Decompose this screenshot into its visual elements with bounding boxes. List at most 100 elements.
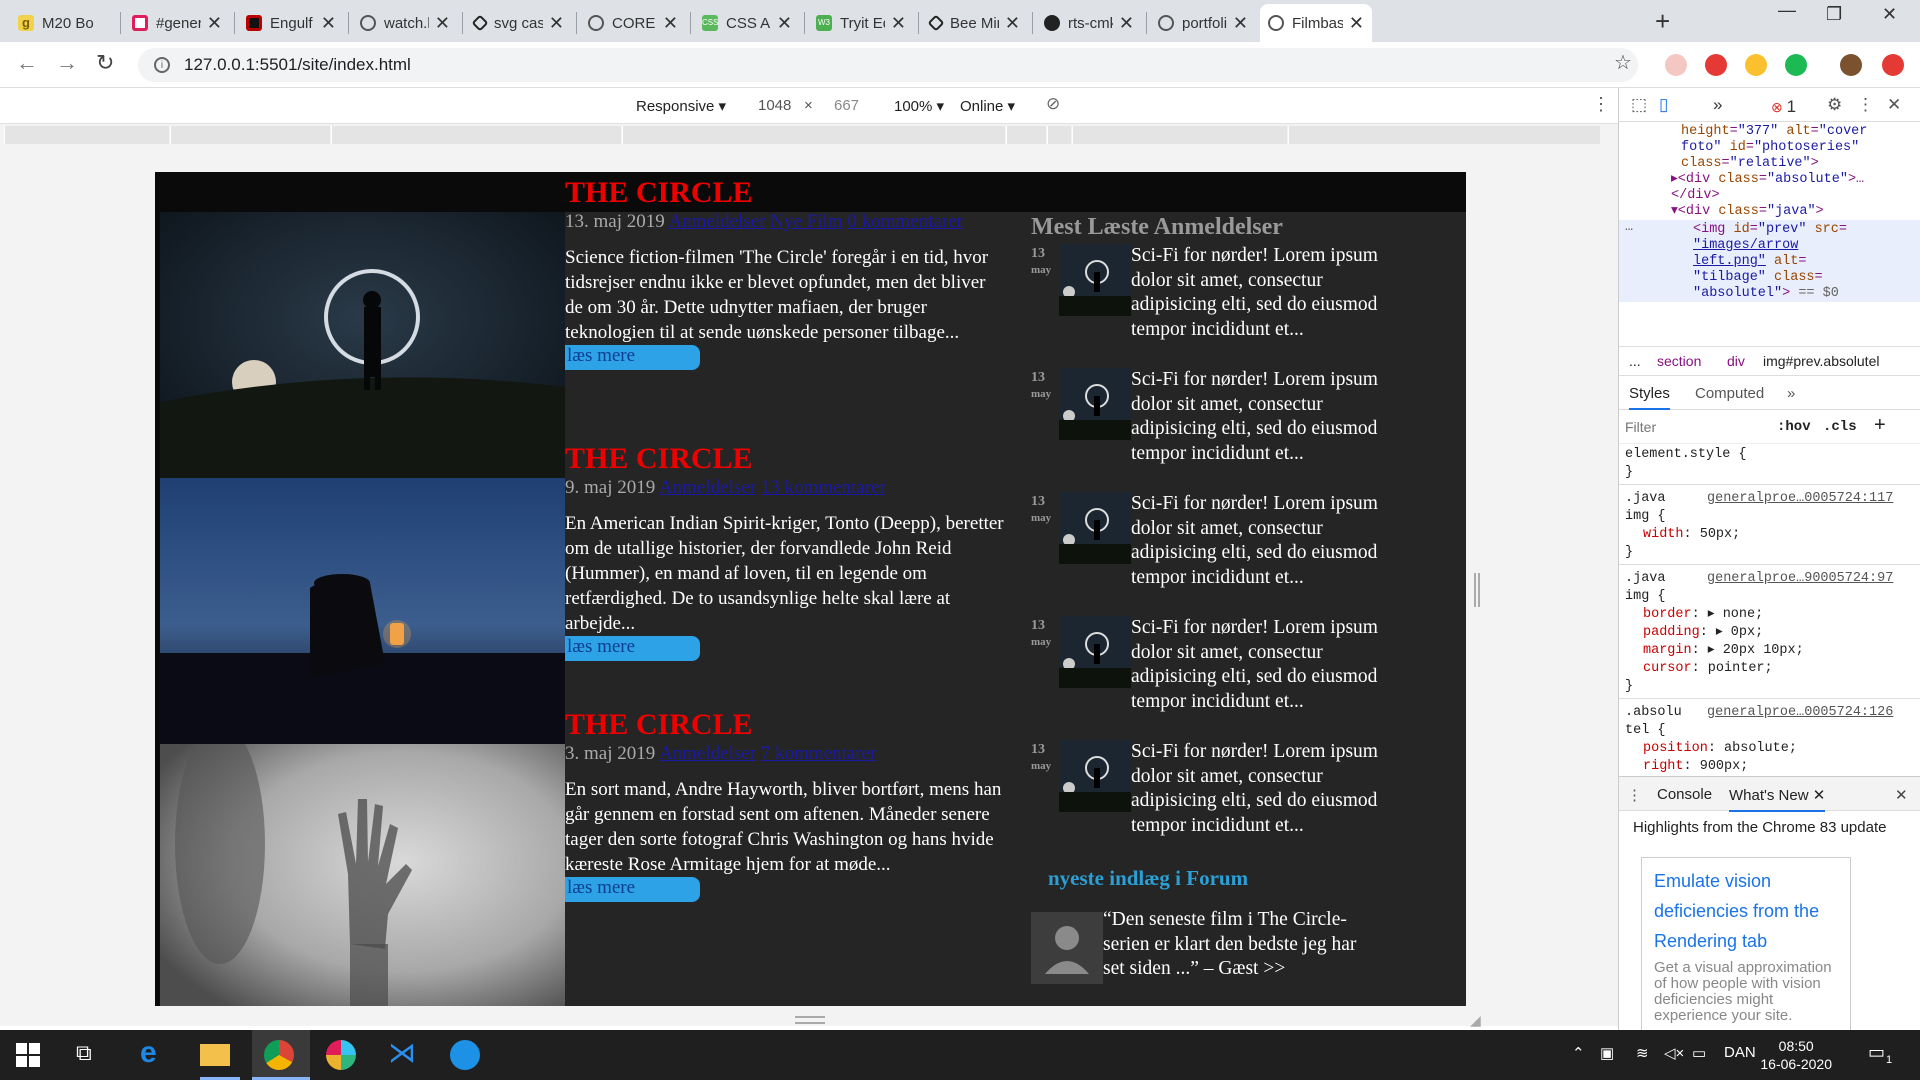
extension-icon[interactable] bbox=[1745, 54, 1767, 76]
close-icon[interactable]: ✕ bbox=[1233, 13, 1248, 34]
edge-icon[interactable]: e bbox=[140, 1036, 170, 1069]
battery-icon[interactable]: ▭ bbox=[1692, 1044, 1706, 1062]
url-field[interactable]: i 127.0.0.1:5501/site/index.html bbox=[138, 48, 1638, 82]
drawer-menu-icon[interactable]: ⋮ bbox=[1627, 786, 1642, 804]
article-image[interactable] bbox=[160, 478, 565, 744]
breadcrumb-item[interactable]: img#prev.absolutel bbox=[1763, 353, 1879, 369]
minimize-button[interactable]: — bbox=[1778, 0, 1796, 21]
comments-link[interactable]: 7 kommentarer bbox=[761, 743, 877, 764]
chrome-icon[interactable] bbox=[264, 1040, 294, 1070]
breadcrumb-item[interactable]: ... bbox=[1629, 353, 1641, 369]
width-input[interactable]: 1048 bbox=[758, 97, 791, 114]
volume-icon[interactable]: ◁× bbox=[1664, 1044, 1684, 1062]
popular-review-item[interactable]: 13 may Sci-Fi for nørder! Lorem ipsum dol… bbox=[1031, 244, 1381, 368]
category-link[interactable]: Anmeldelser bbox=[668, 211, 765, 232]
media-query-bar[interactable] bbox=[0, 124, 1618, 146]
more-options-icon[interactable]: ⋮ bbox=[1857, 95, 1874, 115]
popular-review-item[interactable]: 13 may Sci-Fi for nørder! Lorem ipsum dol… bbox=[1031, 740, 1381, 864]
tag-link[interactable]: Nye Film bbox=[770, 211, 842, 232]
article-image[interactable] bbox=[160, 744, 565, 1006]
browser-tab[interactable]: g M20 Bo bbox=[10, 4, 116, 42]
popular-review-item[interactable]: 13 may Sci-Fi for nørder! Lorem ipsum dol… bbox=[1031, 616, 1381, 740]
browser-tab[interactable]: Engulf tl ✕ bbox=[238, 4, 344, 42]
close-icon[interactable]: ✕ bbox=[207, 13, 222, 34]
card-title[interactable]: Emulate vision deficiencies from the Ren… bbox=[1654, 866, 1838, 956]
close-icon[interactable]: ✕ bbox=[891, 13, 906, 34]
more-options-icon[interactable]: ⋮ bbox=[1592, 94, 1610, 115]
windows-start-icon[interactable] bbox=[16, 1043, 46, 1073]
article-title[interactable]: THE CIRCLE bbox=[565, 708, 1005, 742]
viewport-resize-handle[interactable] bbox=[1474, 573, 1480, 607]
file-explorer-icon[interactable] bbox=[200, 1044, 230, 1066]
close-icon[interactable]: ✕ bbox=[777, 13, 792, 34]
close-icon[interactable]: ✕ bbox=[321, 13, 336, 34]
styles-pane[interactable]: element.style { } .java generalproe…0005… bbox=[1619, 444, 1920, 778]
device-toggle-icon[interactable]: ▯ bbox=[1659, 95, 1668, 115]
hov-toggle[interactable]: :hov bbox=[1777, 419, 1811, 435]
task-view-icon[interactable]: ⧉ bbox=[76, 1040, 106, 1070]
cls-toggle[interactable]: .cls bbox=[1823, 419, 1857, 435]
browser-tab[interactable]: svg castl ✕ bbox=[466, 4, 572, 42]
popular-review-item[interactable]: 13 may Sci-Fi for nørder! Lorem ipsum dol… bbox=[1031, 368, 1381, 492]
browser-tab[interactable]: rts-cmk- ✕ bbox=[1036, 4, 1142, 42]
vscode-icon[interactable]: ⋊ bbox=[388, 1036, 418, 1068]
close-drawer-icon[interactable]: ✕ bbox=[1895, 786, 1908, 804]
slack-icon[interactable] bbox=[326, 1040, 356, 1070]
corner-resize-icon[interactable]: ◢ bbox=[1470, 1012, 1481, 1029]
update-icon[interactable] bbox=[1882, 54, 1904, 76]
height-input[interactable]: 667 bbox=[834, 97, 859, 114]
zoom-select[interactable]: 100% ▾ bbox=[894, 97, 944, 115]
whats-new-card[interactable]: Emulate vision deficiencies from the Ren… bbox=[1641, 857, 1851, 1037]
info-icon[interactable]: i bbox=[154, 57, 170, 73]
source-link[interactable]: generalproe…0005724:117 bbox=[1707, 491, 1893, 506]
browser-tab[interactable]: #genera ✕ bbox=[124, 4, 230, 42]
extension-icon[interactable] bbox=[1665, 54, 1687, 76]
article-title[interactable]: THE CIRCLE bbox=[565, 176, 1005, 210]
category-link[interactable]: Anmeldelser bbox=[659, 743, 756, 764]
read-more-button[interactable]: læs mere bbox=[565, 345, 700, 370]
tray-expand-icon[interactable]: ⌃ bbox=[1572, 1044, 1585, 1062]
rotate-icon[interactable]: ⊘ bbox=[1046, 94, 1060, 114]
comments-link[interactable]: 13 kommentarer bbox=[761, 477, 886, 498]
source-link[interactable]: generalproe…0005724:126 bbox=[1707, 705, 1893, 720]
tab-styles[interactable]: Styles bbox=[1629, 385, 1670, 410]
browser-tab[interactable]: CSS CSS Anir ✕ bbox=[694, 4, 800, 42]
more-panels-icon[interactable]: » bbox=[1713, 95, 1722, 115]
device-mode-select[interactable]: Responsive ▾ bbox=[636, 97, 726, 115]
notification-icon[interactable]: ▭ bbox=[1868, 1042, 1885, 1063]
viewport-resize-handle[interactable] bbox=[795, 1016, 825, 1024]
gear-icon[interactable]: ⚙ bbox=[1827, 95, 1842, 115]
error-badge[interactable]: ⊗ 1 bbox=[1771, 97, 1796, 117]
tab-whats-new[interactable]: What's New ✕ bbox=[1729, 786, 1826, 812]
comments-link[interactable]: 0 kommentarer bbox=[847, 211, 963, 232]
browser-tab-active[interactable]: Filmbas ✕ bbox=[1260, 4, 1372, 42]
close-icon[interactable]: ✕ bbox=[435, 13, 450, 34]
close-icon[interactable]: ✕ bbox=[1119, 13, 1134, 34]
close-icon[interactable]: ✕ bbox=[1349, 13, 1364, 34]
close-devtools-icon[interactable]: ✕ bbox=[1887, 95, 1901, 115]
maximize-button[interactable]: ❐ bbox=[1826, 4, 1842, 25]
clock[interactable]: 08:50 16-06-2020 bbox=[1760, 1037, 1832, 1073]
close-icon[interactable]: ✕ bbox=[549, 13, 564, 34]
tab-computed[interactable]: Computed bbox=[1695, 385, 1764, 402]
source-link[interactable]: generalproe…90005724:97 bbox=[1707, 571, 1893, 586]
forward-button[interactable]: → bbox=[56, 50, 78, 76]
close-icon[interactable]: ✕ bbox=[663, 13, 678, 34]
read-more-button[interactable]: læs mere bbox=[565, 636, 700, 661]
extension-icon[interactable] bbox=[1785, 54, 1807, 76]
bookmark-star-icon[interactable]: ☆ bbox=[1614, 50, 1632, 75]
browser-tab[interactable]: CORE 20 ✕ bbox=[580, 4, 686, 42]
inspect-element-icon[interactable]: ⬚ bbox=[1631, 95, 1647, 115]
browser-tab[interactable]: portfolic ✕ bbox=[1150, 4, 1256, 42]
close-icon[interactable]: ✕ bbox=[1005, 13, 1020, 34]
browser-tab[interactable]: W3 Tryit Edi ✕ bbox=[808, 4, 914, 42]
back-button[interactable]: ← bbox=[16, 50, 38, 76]
window-close-button[interactable]: ✕ bbox=[1882, 4, 1897, 25]
docker-icon[interactable] bbox=[450, 1040, 480, 1070]
tray-app-icon[interactable]: ▣ bbox=[1600, 1044, 1614, 1062]
tab-console[interactable]: Console bbox=[1657, 786, 1712, 803]
filter-input[interactable] bbox=[1625, 416, 1765, 438]
extension-icon[interactable] bbox=[1705, 54, 1727, 76]
reload-button[interactable]: ↻ bbox=[96, 50, 114, 76]
new-tab-button[interactable]: + bbox=[1655, 6, 1670, 37]
